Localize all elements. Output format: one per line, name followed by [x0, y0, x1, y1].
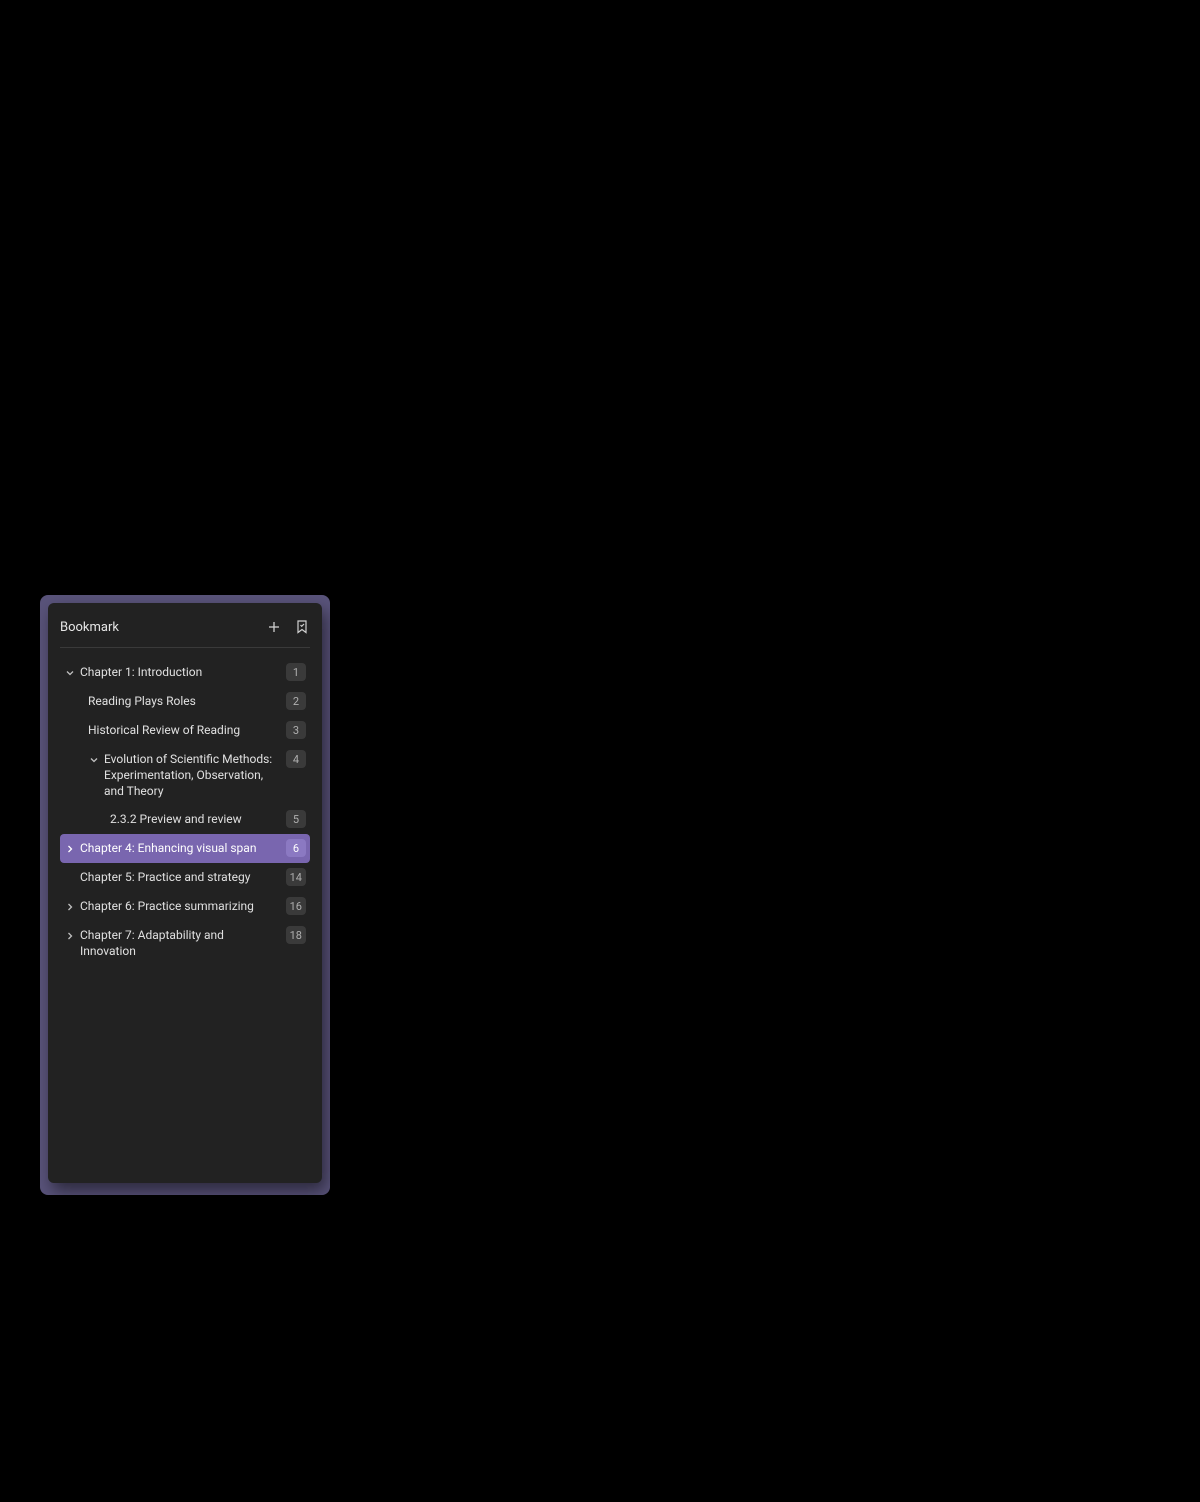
panel-header: Bookmark	[60, 615, 310, 648]
chevron-down-icon	[64, 667, 76, 679]
bookmark-item[interactable]: Historical Review of Reading3	[60, 716, 310, 745]
bookmark-item-label: Chapter 7: Adaptability and Innovation	[80, 927, 286, 959]
bookmark-item[interactable]: Chapter 7: Adaptability and Innovation18	[60, 921, 310, 965]
page-badge: 1	[286, 663, 306, 681]
page-badge: 16	[286, 897, 306, 915]
bookmark-icon	[296, 620, 308, 634]
page-badge: 18	[286, 926, 306, 944]
page-badge: 2	[286, 692, 306, 710]
page-badge: 14	[286, 868, 306, 886]
bookmark-item[interactable]: Reading Plays Roles2	[60, 687, 310, 716]
page-badge: 6	[286, 839, 306, 857]
bookmark-item-label: Chapter 6: Practice summarizing	[80, 898, 286, 914]
bookmark-item-label: Chapter 1: Introduction	[80, 664, 286, 680]
bookmark-item[interactable]: Chapter 4: Enhancing visual span6	[60, 834, 310, 863]
bookmark-item[interactable]: Chapter 1: Introduction1	[60, 658, 310, 687]
bookmark-panel: Bookmark Chapter 1: Introduction1Re	[48, 603, 322, 1183]
bookmark-list: Chapter 1: Introduction1Reading Plays Ro…	[60, 658, 310, 1183]
chevron-right-icon	[64, 930, 76, 942]
header-actions	[266, 619, 310, 635]
bookmark-item[interactable]: Chapter 6: Practice summarizing16	[60, 892, 310, 921]
page-badge: 5	[286, 810, 306, 828]
bookmark-item[interactable]: Chapter 5: Practice and strategy14	[60, 863, 310, 892]
bookmark-item[interactable]: 2.3.2 Preview and review5	[60, 805, 310, 834]
bookmark-item-label: Evolution of Scientific Methods: Experim…	[104, 751, 286, 799]
panel-title: Bookmark	[60, 620, 119, 635]
bookmark-item-label: Historical Review of Reading	[88, 722, 286, 738]
bookmark-panel-wrapper: Bookmark Chapter 1: Introduction1Re	[40, 595, 330, 1195]
bookmark-item-label: Chapter 5: Practice and strategy	[80, 869, 286, 885]
bookmark-item-label: 2.3.2 Preview and review	[110, 811, 286, 827]
add-button[interactable]	[266, 619, 282, 635]
page-badge: 4	[286, 750, 306, 768]
bookmark-item-label: Reading Plays Roles	[88, 693, 286, 709]
plus-icon	[267, 620, 281, 634]
chevron-right-icon	[64, 901, 76, 913]
chevron-right-icon	[64, 843, 76, 855]
bookmark-item-label: Chapter 4: Enhancing visual span	[80, 840, 286, 856]
page-badge: 3	[286, 721, 306, 739]
chevron-down-icon	[88, 754, 100, 766]
bookmark-item[interactable]: Evolution of Scientific Methods: Experim…	[60, 745, 310, 805]
bookmark-action-button[interactable]	[294, 619, 310, 635]
